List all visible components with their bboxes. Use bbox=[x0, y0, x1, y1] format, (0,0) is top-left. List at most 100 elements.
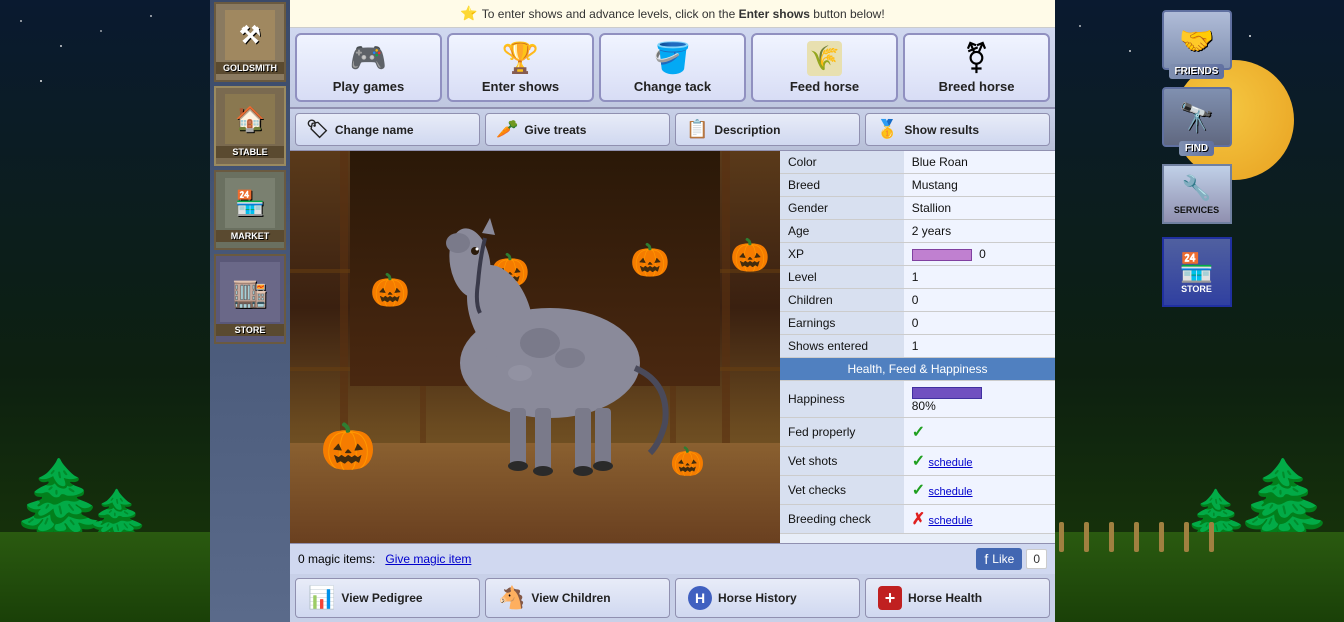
change-name-label: Change name bbox=[335, 123, 414, 137]
vet-checks-schedule-link[interactable]: schedule bbox=[929, 486, 973, 498]
like-section: f Like 0 bbox=[976, 548, 1047, 570]
grass bbox=[0, 532, 210, 622]
horse-history-icon: H bbox=[688, 586, 712, 610]
services-label: SERVICES bbox=[1174, 205, 1219, 215]
services-section: 🔧 SERVICES bbox=[1162, 164, 1232, 224]
feed-horse-label: Feed horse bbox=[790, 79, 859, 94]
happiness-pct: 80% bbox=[912, 399, 936, 413]
change-name-icon: 🏷 bbox=[306, 119, 329, 140]
main-content: ⭐ To enter shows and advance levels, cli… bbox=[290, 0, 1055, 622]
sidebar-item-goldsmith[interactable]: ⚒ GOLDSMITH bbox=[214, 2, 286, 82]
stat-value-happiness: 80% bbox=[904, 381, 1055, 418]
friends-button[interactable]: 🤝 bbox=[1162, 10, 1232, 70]
view-pedigree-button[interactable]: 📊 View Pedigree bbox=[295, 578, 480, 618]
stat-value-vet-checks: ✓ schedule bbox=[904, 476, 1055, 505]
stat-row-happiness: Happiness 80% bbox=[780, 381, 1055, 418]
left-sidebar: ⚒ GOLDSMITH 🏠 STABLE 🏪 MARKET 🏬 STORE bbox=[210, 0, 290, 622]
enter-shows-button[interactable]: 🏆 Enter shows bbox=[447, 33, 594, 102]
enter-shows-label: Enter shows bbox=[482, 79, 559, 94]
sidebar-item-stable[interactable]: 🏠 STABLE bbox=[214, 86, 286, 166]
stat-label-shows: Shows entered bbox=[780, 335, 904, 358]
stat-label-vet-checks: Vet checks bbox=[780, 476, 904, 505]
description-button[interactable]: 📋 Description bbox=[675, 113, 860, 146]
stable-icon: 🏠 bbox=[225, 94, 275, 144]
notification-text: To enter shows and advance levels, click… bbox=[482, 7, 885, 21]
stat-label-vet-shots: Vet shots bbox=[780, 447, 904, 476]
bottom-bar: 0 magic items: Give magic item f Like 0 bbox=[290, 543, 1055, 574]
stat-label-level: Level bbox=[780, 266, 904, 289]
magic-items-text: 0 magic items: bbox=[298, 552, 375, 566]
breeding-check-schedule-link[interactable]: schedule bbox=[929, 515, 973, 527]
notification-suffix: button below! bbox=[813, 7, 884, 21]
like-button[interactable]: f Like bbox=[976, 548, 1022, 570]
find-label: FIND bbox=[1179, 141, 1214, 156]
give-magic-item-link[interactable]: Give magic item bbox=[385, 552, 471, 566]
horse-history-button[interactable]: H Horse History bbox=[675, 578, 860, 618]
bottom-action-buttons: 📊 View Pedigree 🐴 View Children H Horse … bbox=[290, 574, 1055, 622]
left-background: 🌲 🌲 bbox=[0, 0, 210, 622]
market-label: MARKET bbox=[216, 230, 284, 242]
store-label: STORE bbox=[216, 324, 284, 336]
stat-row-earnings: Earnings 0 bbox=[780, 312, 1055, 335]
horse-health-label: Horse Health bbox=[908, 591, 982, 605]
breed-horse-icon: ⚧ bbox=[964, 41, 989, 76]
find-icon: 🔭 bbox=[1179, 101, 1214, 134]
store-label: STORE bbox=[1181, 284, 1212, 294]
play-games-button[interactable]: 🎮 Play games bbox=[295, 33, 442, 102]
stat-row-breed: Breed Mustang bbox=[780, 174, 1055, 197]
friends-section: 🤝 FRIENDS bbox=[1162, 10, 1232, 79]
star bbox=[20, 20, 22, 22]
feed-horse-icon: 🌾 bbox=[807, 41, 843, 76]
vet-checks-checkmark: ✓ bbox=[912, 482, 925, 499]
stat-label-xp: XP bbox=[780, 243, 904, 266]
stat-row-shows: Shows entered 1 bbox=[780, 335, 1055, 358]
floor-pumpkin-1: 🎃 bbox=[320, 420, 376, 473]
stat-row-color: Color Blue Roan bbox=[780, 151, 1055, 174]
stat-row-xp: XP 0 bbox=[780, 243, 1055, 266]
breed-horse-label: Breed horse bbox=[939, 79, 1015, 94]
stat-value-breed: Mustang bbox=[904, 174, 1055, 197]
horse-stats-table: Color Blue Roan Breed Mustang Gender Sta… bbox=[780, 151, 1055, 534]
change-name-button[interactable]: 🏷 Change name bbox=[295, 113, 480, 146]
sidebar-item-store[interactable]: 🏬 STORE bbox=[214, 254, 286, 344]
notification-highlight: Enter shows bbox=[739, 7, 810, 21]
enter-shows-icon: 🏆 bbox=[502, 41, 539, 76]
horse-health-button[interactable]: + Horse Health bbox=[865, 578, 1050, 618]
view-children-icon: 🐴 bbox=[498, 585, 525, 611]
happiness-progress-bar bbox=[912, 387, 982, 399]
find-button[interactable]: 🔭 bbox=[1162, 87, 1232, 147]
goldsmith-label: GOLDSMITH bbox=[216, 62, 284, 74]
play-games-icon: 🎮 bbox=[350, 41, 387, 76]
view-children-button[interactable]: 🐴 View Children bbox=[485, 578, 670, 618]
breed-horse-button[interactable]: ⚧ Breed horse bbox=[903, 33, 1050, 102]
give-treats-button[interactable]: 🥕 Give treats bbox=[485, 113, 670, 146]
horse-panel: 🎃 🎃 🎃 🎃 🎃 🎃 bbox=[290, 151, 780, 543]
pumpkin-4: 🎃 bbox=[730, 236, 770, 274]
change-tack-button[interactable]: 🪣 Change tack bbox=[599, 33, 746, 102]
health-header: Health, Feed & Happiness bbox=[780, 358, 1055, 381]
store-section: 🏪 STORE bbox=[1162, 237, 1232, 307]
store-icon: 🏪 bbox=[1179, 251, 1214, 284]
services-button[interactable]: 🔧 SERVICES bbox=[1162, 164, 1232, 224]
star bbox=[150, 15, 152, 17]
secondary-actions-row: 🏷 Change name 🥕 Give treats 📋 Descriptio… bbox=[290, 109, 1055, 151]
xp-value: 0 bbox=[979, 247, 986, 261]
friends-icon: 🤝 bbox=[1179, 24, 1214, 57]
stat-value-level: 1 bbox=[904, 266, 1055, 289]
stat-value-vet-shots: ✓ schedule bbox=[904, 447, 1055, 476]
show-results-button[interactable]: 🥇 Show results bbox=[865, 113, 1050, 146]
feed-horse-button[interactable]: 🌾 Feed horse bbox=[751, 33, 898, 102]
stat-row-level: Level 1 bbox=[780, 266, 1055, 289]
vet-shots-schedule-link[interactable]: schedule bbox=[929, 457, 973, 469]
stats-panel: Color Blue Roan Breed Mustang Gender Sta… bbox=[780, 151, 1055, 543]
friends-label: FRIENDS bbox=[1169, 64, 1225, 79]
stat-label-earnings: Earnings bbox=[780, 312, 904, 335]
stable-label: STABLE bbox=[216, 146, 284, 158]
stat-value-children: 0 bbox=[904, 289, 1055, 312]
stat-value-xp: 0 bbox=[904, 243, 1055, 266]
store-button[interactable]: 🏪 STORE bbox=[1162, 237, 1232, 307]
health-header-row: Health, Feed & Happiness bbox=[780, 358, 1055, 381]
sidebar-item-market[interactable]: 🏪 MARKET bbox=[214, 170, 286, 250]
stat-label-age: Age bbox=[780, 220, 904, 243]
vet-shots-checkmark: ✓ bbox=[912, 453, 925, 470]
